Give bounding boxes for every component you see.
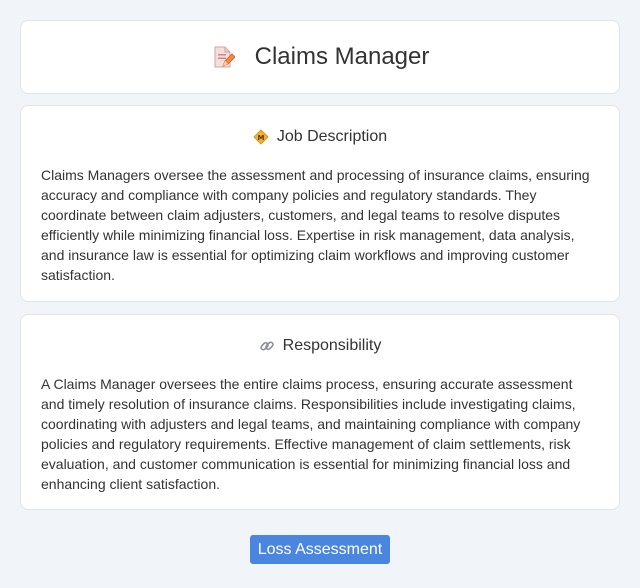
responsibility-header: Responsibility [41, 335, 599, 357]
job-description-title: Job Description [276, 128, 388, 145]
tag-row: Loss Assessment [0, 535, 640, 564]
job-description-header: M Job Description [41, 126, 599, 148]
responsibility-title: Responsibility [282, 337, 382, 354]
job-description-text: Claims Managers oversee the assessment a… [41, 167, 590, 283]
responsibility-text: A Claims Manager oversees the entire cla… [41, 376, 581, 492]
document-pencil-icon [211, 45, 236, 69]
loss-assessment-tag[interactable]: Loss Assessment [249, 535, 391, 564]
page-title: Claims Manager [254, 43, 430, 70]
diamond-badge-icon: M [253, 129, 269, 145]
title-card: Claims Manager [20, 20, 620, 94]
job-description-card: M Job Description Claims Managers overse… [20, 105, 620, 302]
svg-text:M: M [257, 134, 264, 142]
responsibility-card: Responsibility A Claims Manager oversees… [20, 314, 620, 510]
title-wrap: Claims Manager [211, 43, 430, 71]
link-icon [259, 338, 275, 354]
